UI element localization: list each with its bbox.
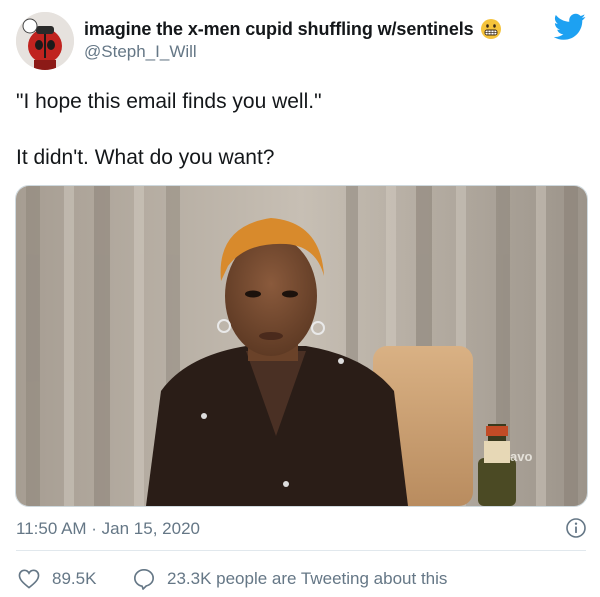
tweet-text-line-1: "I hope this email finds you well." (16, 90, 322, 113)
twitter-bird-icon[interactable] (553, 13, 586, 41)
deadpool-avatar-icon (16, 12, 74, 70)
speech-bubble-icon (134, 569, 154, 590)
tweet-card: imagine the x-men cupid shuffling w/sent… (0, 0, 600, 597)
tweet-text-line-2: It didn't. What do you want? (16, 146, 275, 169)
media-watermark: avo (510, 449, 532, 464)
conversation-text: 23.3K people are Tweeting about this (167, 569, 448, 588)
like-stat[interactable]: 89.5K (18, 568, 96, 590)
author-display-name[interactable]: imagine the x-men cupid shuffling w/sent… (84, 19, 474, 40)
conversation-stat[interactable]: 23.3K people are Tweeting about this (133, 568, 447, 590)
grimacing-face-emoji-icon (480, 18, 502, 40)
avatar[interactable] (16, 12, 74, 70)
divider (16, 550, 586, 551)
like-count: 89.5K (52, 569, 97, 588)
heart-icon (18, 569, 40, 589)
info-icon[interactable] (565, 517, 587, 539)
tweet-timestamp[interactable]: 11:50 AM · Jan 15, 2020 (16, 519, 200, 539)
author-handle[interactable]: @Steph_I_Will (84, 42, 197, 62)
author-name-row[interactable]: imagine the x-men cupid shuffling w/sent… (84, 17, 502, 41)
tweet-media-image[interactable]: avo (15, 185, 588, 507)
